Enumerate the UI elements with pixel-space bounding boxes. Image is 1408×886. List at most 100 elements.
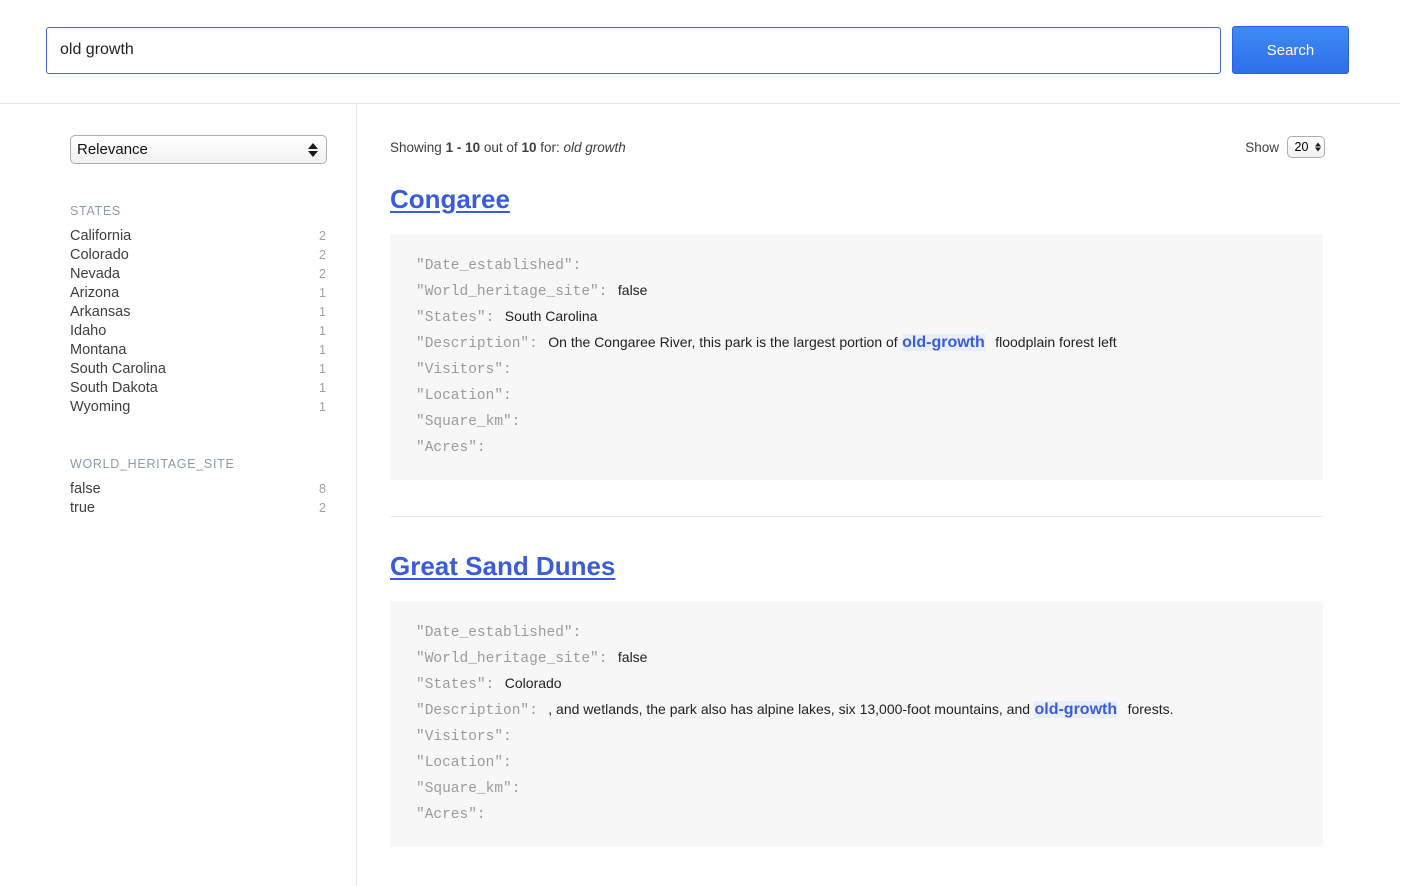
facet-count: 1 [319,303,326,322]
facet-item-nevada[interactable]: Nevada 2 [70,265,326,284]
field-key: "World_heritage_site": [416,651,607,667]
field-location: "Location": [416,382,1297,408]
field-key: "Date_established": [416,625,581,641]
facet-item-california[interactable]: California 2 [70,227,326,246]
field-key: "Description": [416,703,538,719]
facet-item-colorado[interactable]: Colorado 2 [70,246,326,265]
field-location: "Location": [416,749,1297,775]
showing-prefix: Showing [390,140,442,155]
facet-count: 1 [319,360,326,379]
field-date-established: "Date_established": [416,619,1297,645]
field-square-km: "Square_km": [416,775,1297,801]
result-detail-panel: "Date_established": "World_heritage_site… [390,601,1323,847]
facet-label: Arizona [70,284,119,303]
field-world-heritage-site: "World_heritage_site": false [416,278,1297,304]
query-echo: old growth [564,140,626,155]
field-key: "Location": [416,388,512,404]
sort-select-wrapper[interactable]: Relevance [70,135,327,164]
facet-title: STATES [70,204,326,218]
facet-title: WORLD_HERITAGE_SITE [70,457,326,471]
page-size-select-wrapper[interactable]: 20 [1287,136,1325,158]
facet-label: South Carolina [70,360,166,379]
field-key: "Acres": [416,440,486,456]
field-key: "Square_km": [416,781,520,797]
field-visitors: "Visitors": [416,723,1297,749]
facet-item-arkansas[interactable]: Arkansas 1 [70,303,326,322]
facet-label: false [70,480,101,499]
facet-item-arizona[interactable]: Arizona 1 [70,284,326,303]
range-dash: - [457,140,462,155]
facet-item-true[interactable]: true 2 [70,499,326,518]
field-key: "Location": [416,755,512,771]
facet-group-world-heritage-site: WORLD_HERITAGE_SITE false 8 true 2 [70,457,326,518]
facet-label: Arkansas [70,303,130,322]
field-acres: "Acres": [416,801,1297,827]
facet-item-wyoming[interactable]: Wyoming 1 [70,398,326,417]
field-key: "Acres": [416,807,486,823]
results-meta-row: Showing 1 - 10 out of 10 for: old growth… [390,136,1325,158]
result-item: Congaree "Date_established": "World_heri… [390,184,1408,480]
out-of-label: out of [484,140,518,155]
facet-label: Nevada [70,265,120,284]
search-term-highlight: old-growth [1034,701,1117,718]
facet-label: Wyoming [70,398,130,417]
facet-sidebar: Relevance STATES California 2 Colorado 2… [0,104,357,886]
sort-select[interactable]: Relevance [70,135,327,164]
results-count-text: Showing 1 - 10 out of 10 for: old growth [390,140,626,155]
field-acres: "Acres": [416,434,1297,460]
for-label: for: [540,140,560,155]
page-size-select[interactable]: 20 [1287,136,1325,158]
facet-count: 1 [319,341,326,360]
facet-label: Idaho [70,322,106,341]
field-value: South Carolina [505,308,598,324]
field-value-after: floodplain forest left [995,334,1116,350]
result-item: Great Sand Dunes "Date_established": "Wo… [390,551,1408,847]
facet-label: South Dakota [70,379,158,398]
facet-item-south-dakota[interactable]: South Dakota 1 [70,379,326,398]
facet-count: 2 [319,265,326,284]
result-divider [390,516,1323,517]
facet-count: 2 [319,227,326,246]
result-title-link[interactable]: Congaree [390,184,510,215]
field-value: false [618,282,648,298]
field-states: "States": Colorado [416,671,1297,697]
search-button[interactable]: Search [1232,26,1349,74]
facet-item-montana[interactable]: Montana 1 [70,341,326,360]
field-value: false [618,649,648,665]
field-key: "Visitors": [416,729,512,745]
field-key: "Date_established": [416,258,581,274]
field-square-km: "Square_km": [416,408,1297,434]
field-key: "Square_km": [416,414,520,430]
facet-group-states: STATES California 2 Colorado 2 Nevada 2 … [70,204,326,417]
result-title-link[interactable]: Great Sand Dunes [390,551,615,582]
search-input[interactable] [46,27,1221,74]
field-visitors: "Visitors": [416,356,1297,382]
facet-count: 8 [319,480,326,499]
field-states: "States": South Carolina [416,304,1297,330]
facet-count: 1 [319,322,326,341]
field-key: "World_heritage_site": [416,284,607,300]
facet-label: Colorado [70,246,129,265]
field-value-before: On the Congaree River, this park is the … [548,334,897,350]
search-term-highlight: old-growth [902,334,985,351]
facet-count: 1 [319,398,326,417]
facet-count: 1 [319,284,326,303]
search-row: Search [0,0,1408,74]
field-value-after: forests. [1128,701,1174,717]
results-main: Showing 1 - 10 out of 10 for: old growth… [357,104,1408,886]
field-description: "Description": On the Congaree River, th… [416,330,1297,356]
field-date-established: "Date_established": [416,252,1297,278]
show-label: Show [1245,140,1279,155]
search-header: Search [0,0,1408,104]
field-key: "States": [416,677,494,693]
facet-item-south-carolina[interactable]: South Carolina 1 [70,360,326,379]
facet-label: true [70,499,95,518]
facet-label: Montana [70,341,126,360]
facet-item-idaho[interactable]: Idaho 1 [70,322,326,341]
facet-item-false[interactable]: false 8 [70,480,326,499]
field-description: "Description": , and wetlands, the park … [416,697,1297,723]
facet-label: California [70,227,131,246]
total-count: 10 [521,140,536,155]
page-size-control: Show 20 [1245,136,1325,158]
range-end: 10 [465,140,480,155]
